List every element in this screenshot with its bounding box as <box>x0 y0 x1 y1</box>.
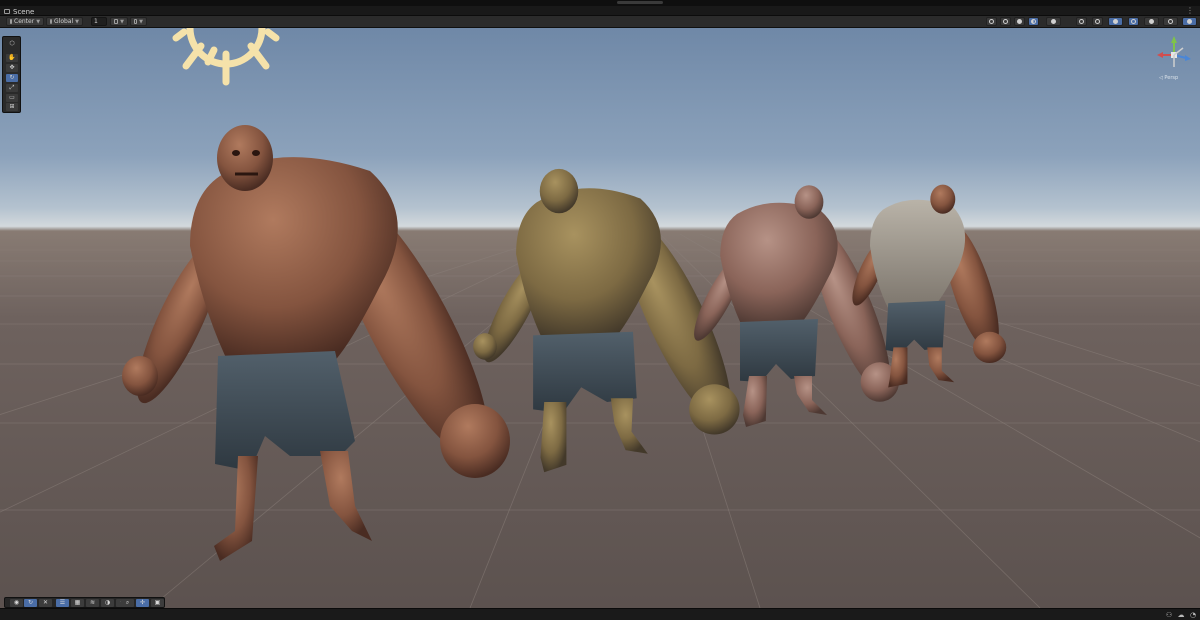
scale-tool[interactable]: ⤢ <box>6 84 18 92</box>
y-axis-cone-icon[interactable] <box>1171 36 1177 43</box>
tab-menu-icon[interactable]: ⋮ <box>1186 7 1194 15</box>
wireframe-shading-icon <box>1003 19 1008 24</box>
grid-snap-icon <box>114 19 119 24</box>
camera-settings-icon <box>1187 19 1192 24</box>
lit-shading-icon <box>1031 19 1036 24</box>
orientation-icon <box>989 19 994 24</box>
2d-toggle-icon <box>1079 19 1084 24</box>
x-axis-cone-icon[interactable] <box>1157 52 1163 58</box>
shaded-shading-button[interactable] <box>1014 17 1025 26</box>
transform-tool[interactable]: ⊞ <box>6 103 18 111</box>
2d-toggle-button[interactable] <box>1076 17 1087 26</box>
orientation-button[interactable] <box>986 17 997 26</box>
gizmos-dropdown[interactable] <box>1163 17 1178 26</box>
chevron-down-icon: ▼ <box>36 18 41 25</box>
pivot-mode-label: Center <box>14 18 35 25</box>
tool-palette: ⬡ ✋ ✥ ↻ ⤢ ▭ ⊞ <box>2 36 21 113</box>
chevron-down-icon: ▼ <box>75 18 79 25</box>
increment-snap-button[interactable]: ▼ <box>130 17 147 26</box>
camera-settings-dropdown[interactable] <box>1182 17 1197 26</box>
chevron-down-icon: ▼ <box>120 18 124 25</box>
tab-row: Scene ⋮ <box>0 6 1200 16</box>
notifications-icon[interactable]: ◔ <box>1189 611 1197 619</box>
shaded-shading-icon <box>1017 19 1022 24</box>
lighting-toggle-icon <box>1095 19 1100 24</box>
creature-model-1[interactable] <box>122 125 516 561</box>
lighting-toggle-button[interactable] <box>1092 17 1103 26</box>
lighting-icon[interactable]: ◑ <box>101 599 114 607</box>
grid-snap-button[interactable]: ▼ <box>110 17 128 26</box>
draw-mode-dropdown[interactable] <box>1046 17 1061 26</box>
move-tool[interactable]: ✥ <box>6 64 18 72</box>
shading-mode-icon[interactable]: ◉ <box>10 599 23 607</box>
hidden-objects-icon <box>1149 19 1154 24</box>
chevron-down-icon: ▼ <box>139 18 143 25</box>
pivot-rotation-label: Global <box>54 18 74 25</box>
cloud-icon[interactable]: ☁ <box>1177 611 1185 619</box>
unity-scene-editor: Scene ⋮ Center ▼ Global ▼ 1 ▼ ▼ ⬡ ✋ ✥ ↻ … <box>0 0 1200 620</box>
rotate-tool[interactable]: ↻ <box>6 74 18 82</box>
filter-icon[interactable]: ≋ <box>86 599 99 607</box>
scene-render <box>0 28 1200 608</box>
tab-scene-label: Scene <box>13 7 35 16</box>
layers-icon[interactable]: ☰ <box>56 599 69 607</box>
search-icon[interactable]: ⌕ <box>121 599 134 607</box>
move-icon[interactable]: ✢ <box>136 599 149 607</box>
tab-scene[interactable]: Scene <box>4 7 34 16</box>
camera-icon[interactable]: ▣ <box>151 599 164 607</box>
increment-snap-icon <box>134 19 138 24</box>
lit-shading-button[interactable] <box>1028 17 1039 26</box>
wireframe-shading-button[interactable] <box>1000 17 1011 26</box>
scene-toolbar: Center ▼ Global ▼ 1 ▼ ▼ <box>0 16 1200 28</box>
refresh-icon[interactable]: ↻ <box>24 599 37 607</box>
rect-tool[interactable]: ▭ <box>6 94 18 102</box>
view-tool[interactable]: ✋ <box>6 54 18 62</box>
overlay-toolbar: ◉ ↻ ✕ ☰ ▦ ≋ ◑ ✦ ⌕ ✢ ▣ <box>4 597 165 608</box>
tools-icon[interactable]: ✕ <box>39 599 52 607</box>
z-axis-cone-icon[interactable] <box>1185 55 1191 61</box>
audio-effects-dropdown[interactable] <box>1108 17 1123 26</box>
directional-light-gizmo <box>172 28 280 86</box>
fx-button[interactable] <box>1128 17 1139 26</box>
status-bar: ⚇ ☁ ◔ <box>0 608 1200 620</box>
globe-icon <box>50 19 52 24</box>
fx-icon <box>1131 19 1136 24</box>
pivot-mode-dropdown[interactable]: Center ▼ <box>6 17 44 26</box>
grid-increment-field[interactable]: 1 <box>91 17 107 26</box>
grid-icon[interactable]: ▦ <box>71 599 84 607</box>
scene-viewport[interactable]: ⬡ ✋ ✥ ↻ ⤢ ▭ ⊞ ◁ Persp <box>0 28 1200 608</box>
scene-icon <box>4 9 10 14</box>
pivot-rotation-dropdown[interactable]: Global ▼ <box>46 17 83 26</box>
hidden-objects-dropdown[interactable] <box>1144 17 1159 26</box>
pivot-icon <box>10 19 12 24</box>
collab-icon[interactable]: ⚇ <box>1165 611 1173 619</box>
gizmos-icon <box>1168 19 1173 24</box>
window-drag-handle[interactable] <box>617 1 663 4</box>
draw-mode-icon <box>1051 19 1056 24</box>
projection-label[interactable]: ◁ Persp <box>1159 75 1178 81</box>
audio-effects-icon <box>1113 19 1118 24</box>
tool-palette-header-icon[interactable]: ⬡ <box>6 40 18 48</box>
